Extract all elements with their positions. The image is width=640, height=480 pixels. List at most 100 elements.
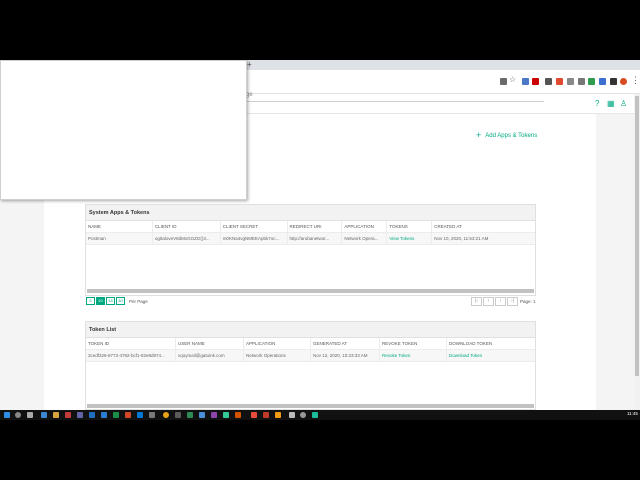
cell-client-id: og5aloveV8dMxGOZtz()3... — [153, 233, 221, 244]
table-row[interactable]: 3cedf326-8773-4792-bcf1-82e8d974... vqoy… — [86, 350, 535, 362]
search-icon[interactable] — [15, 412, 21, 418]
table-header: NAME CLIENT ID CLIENT SECRET REDIRECT UR… — [86, 221, 535, 233]
windows-start-icon[interactable] — [4, 412, 10, 418]
cell-client-secret: m0KNa4vgNMEEApbk7oc... — [221, 233, 288, 244]
taskbar-app-icon[interactable] — [77, 412, 83, 418]
profile-avatar-icon[interactable] — [620, 78, 627, 85]
apps-grid-icon[interactable]: ▦ — [607, 99, 615, 109]
page-size-option[interactable]: 30 — [116, 297, 125, 305]
table-header: TOKEN ID USER NAME APPLICATION GENERATED… — [86, 338, 535, 350]
extension-icon[interactable] — [599, 78, 606, 85]
first-page-button[interactable]: |‹ — [471, 297, 482, 306]
browser-menu-icon[interactable]: ⋮ — [631, 75, 640, 86]
view-tokens-link[interactable]: View Tokens — [387, 233, 433, 244]
taskbar-app-icon[interactable] — [312, 412, 318, 418]
extension-icon[interactable] — [578, 78, 585, 85]
taskbar-app-icon[interactable] — [149, 412, 155, 418]
taskbar-app-icon[interactable] — [289, 412, 295, 418]
column-header[interactable]: REVOKE TOKEN — [380, 338, 447, 349]
add-apps-tokens-button[interactable]: + Add Apps & Tokens — [476, 130, 537, 140]
download-token-link[interactable]: Download Token — [447, 350, 535, 361]
title-divider — [246, 101, 544, 102]
taskbar-app-icon[interactable] — [275, 412, 281, 418]
column-header[interactable]: GENERATED AT — [311, 338, 380, 349]
page-title-fragment: ge — [246, 92, 253, 98]
extension-icon[interactable] — [545, 78, 552, 85]
extension-icon[interactable] — [588, 78, 595, 85]
column-header[interactable]: CLIENT ID — [153, 221, 221, 232]
page-size-option[interactable]: 10 — [96, 297, 105, 305]
cell-name: Postman — [86, 233, 153, 244]
next-page-button[interactable]: › — [495, 297, 506, 306]
column-header[interactable]: APPLICATION — [244, 338, 311, 349]
extension-icon[interactable] — [610, 78, 617, 85]
vertical-scrollbar-thumb[interactable] — [635, 96, 639, 376]
column-header[interactable]: USER NAME — [176, 338, 244, 349]
taskbar-app-icon[interactable] — [65, 412, 71, 418]
task-view-icon[interactable] — [27, 412, 33, 418]
taskbar-app-icon[interactable] — [211, 412, 217, 418]
taskbar-app-icon[interactable] — [175, 412, 181, 418]
table-row[interactable]: Postman og5aloveV8dMxGOZtz()3... m0KNa4v… — [86, 233, 535, 245]
taskbar-app-icon[interactable] — [113, 412, 119, 418]
page-indicator: Page: 1 — [520, 299, 536, 304]
panel-title: System Apps & Tokens — [86, 205, 535, 221]
cell-user-name: vqoymail@gatoink.com — [176, 350, 244, 361]
panel-title: Token List — [86, 322, 535, 338]
taskbar-app-icon[interactable] — [263, 412, 269, 418]
revoke-token-link[interactable]: Revoke Token — [380, 350, 447, 361]
page-size-option[interactable]: 15 — [106, 297, 115, 305]
cell-application: Network Opera... — [342, 233, 388, 244]
right-gutter — [596, 114, 634, 420]
page-size-selector: 5 10 15 30 — [86, 297, 125, 305]
add-apps-tokens-label: Add Apps & Tokens — [485, 133, 538, 139]
extension-icon[interactable] — [522, 78, 529, 85]
taskbar-app-icon[interactable] — [223, 412, 229, 418]
taskbar-app-icon[interactable] — [300, 412, 306, 418]
column-header[interactable]: NAME — [86, 221, 153, 232]
plus-icon: + — [476, 130, 482, 140]
column-header[interactable]: CREATED AT — [432, 221, 535, 232]
chrome-icon[interactable] — [163, 412, 169, 418]
help-icon[interactable]: ? — [595, 99, 599, 109]
token-list-panel: Token List TOKEN ID USER NAME APPLICATIO… — [85, 321, 536, 410]
taskbar-app-icon[interactable] — [235, 412, 241, 418]
taskbar-app-icon[interactable] — [199, 412, 205, 418]
prev-page-button[interactable]: ‹ — [483, 297, 494, 306]
cell-created-at: Nov 10, 2020, 11:53:21 AM — [434, 236, 489, 241]
user-icon[interactable]: ♙ — [620, 99, 627, 109]
column-header[interactable]: CLIENT SECRET — [221, 221, 288, 232]
taskbar-app-icon[interactable] — [41, 412, 47, 418]
column-header[interactable]: TOKEN ID — [86, 338, 176, 349]
cell-application: Network Operations — [244, 350, 311, 361]
taskbar-app-icon[interactable] — [187, 412, 193, 418]
cell-token-id: 3cedf326-8773-4792-bcf1-82e8d974... — [86, 350, 176, 361]
extension-icon[interactable] — [532, 78, 539, 85]
taskbar-app-icon[interactable] — [137, 412, 143, 418]
taskbar-app-icon[interactable] — [89, 412, 95, 418]
horizontal-scrollbar[interactable] — [87, 404, 534, 408]
taskbar-app-icon[interactable] — [251, 412, 257, 418]
per-page-label: Per Page — [129, 299, 148, 304]
cell-generated-at: Nov 12, 2020, 10:23:33 AM — [311, 350, 380, 361]
overlay-popup-window[interactable] — [0, 60, 247, 200]
windows-taskbar: 11:45 — [0, 410, 640, 420]
clock[interactable]: 11:45 — [627, 411, 638, 416]
last-page-button[interactable]: ›| — [507, 297, 518, 306]
column-header[interactable]: DOWNLOAD TOKEN — [447, 338, 535, 349]
extension-icon[interactable] — [567, 78, 574, 85]
column-header[interactable]: REDIRECT URI — [288, 221, 343, 232]
extension-icon[interactable] — [500, 78, 507, 85]
extension-icon[interactable] — [556, 78, 563, 85]
bookmark-star-icon[interactable]: ☆ — [509, 75, 516, 84]
file-explorer-icon[interactable] — [53, 412, 59, 418]
horizontal-scrollbar[interactable] — [87, 289, 534, 293]
page-size-option[interactable]: 5 — [86, 297, 95, 305]
new-tab-button[interactable]: + — [247, 60, 252, 70]
taskbar-app-icon[interactable] — [101, 412, 107, 418]
taskbar-app-icon[interactable] — [125, 412, 131, 418]
column-header[interactable]: APPLICATION — [342, 221, 388, 232]
system-apps-panel: System Apps & Tokens NAME CLIENT ID CLIE… — [85, 204, 536, 296]
column-header[interactable]: TOKENS — [387, 221, 433, 232]
cell-redirect-uri: http://arubanetwor... — [288, 233, 343, 244]
